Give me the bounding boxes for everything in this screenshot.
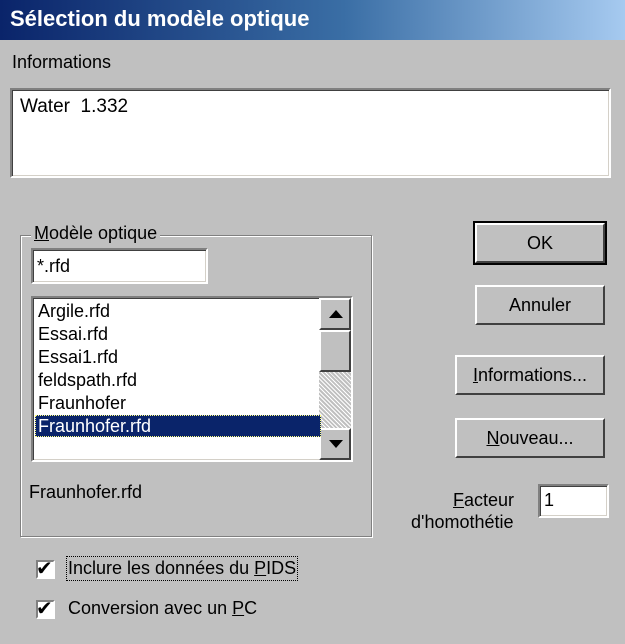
pids-checkbox-label[interactable]: Inclure les données du PIDS [65,556,299,581]
scroll-down-button[interactable] [319,428,351,460]
checkmark-icon: ✔ [36,598,53,620]
factor-label-line2: d'homothétie [411,512,514,532]
factor-label-line1: Facteur [453,490,515,510]
selected-model-label: Fraunhofer.rfd [29,482,143,502]
window-title: Sélection du modèle optique [10,6,310,31]
cancel-button[interactable]: Annuler [475,285,605,325]
checkmark-icon: ✔ [36,558,53,580]
title-bar[interactable]: Sélection du modèle optique [0,0,625,40]
pids-checkbox[interactable]: ✔ [36,558,55,580]
informations-label: Informations [12,52,112,72]
scroll-thumb[interactable] [319,330,351,372]
informations-button[interactable]: Informations... [455,355,605,395]
factor-input-value: 1 [544,490,555,510]
optical-model-legend: Modèle optique [31,223,161,244]
list-item[interactable]: Essai.rfd [35,323,321,345]
filter-input-value: *.rfd [37,256,71,276]
list-item[interactable]: Fraunhofer [35,392,321,414]
list-item[interactable]: Essai1.rfd [35,346,321,368]
factor-input[interactable]: 1 [538,484,609,518]
pc-checkbox-label[interactable]: Conversion avec un PC [68,598,257,619]
dialog-window: Sélection du modèle optique Informations… [0,0,625,644]
informations-text: Water 1.332 [20,96,129,117]
informations-box[interactable]: Water 1.332 [10,88,611,178]
list-item[interactable]: Argile.rfd [35,300,321,322]
new-button[interactable]: Nouveau... [455,418,605,458]
pc-checkbox[interactable]: ✔ [36,598,55,620]
optical-model-group: Modèle optique *.rfd Argile.rfd Essai.rfd… [20,223,372,537]
list-item[interactable]: feldspath.rfd [35,369,321,391]
arrow-down-icon [329,440,343,448]
scroll-up-button[interactable] [319,298,351,330]
filter-input[interactable]: *.rfd [31,248,208,284]
ok-button[interactable]: OK [473,221,607,265]
list-item[interactable]: Fraunhofer.rfd [35,415,321,437]
model-list[interactable]: Argile.rfd Essai.rfd Essai1.rfd feldspath.r… [31,296,353,462]
model-list-scrollbar[interactable] [319,298,351,460]
arrow-up-icon [329,310,343,318]
